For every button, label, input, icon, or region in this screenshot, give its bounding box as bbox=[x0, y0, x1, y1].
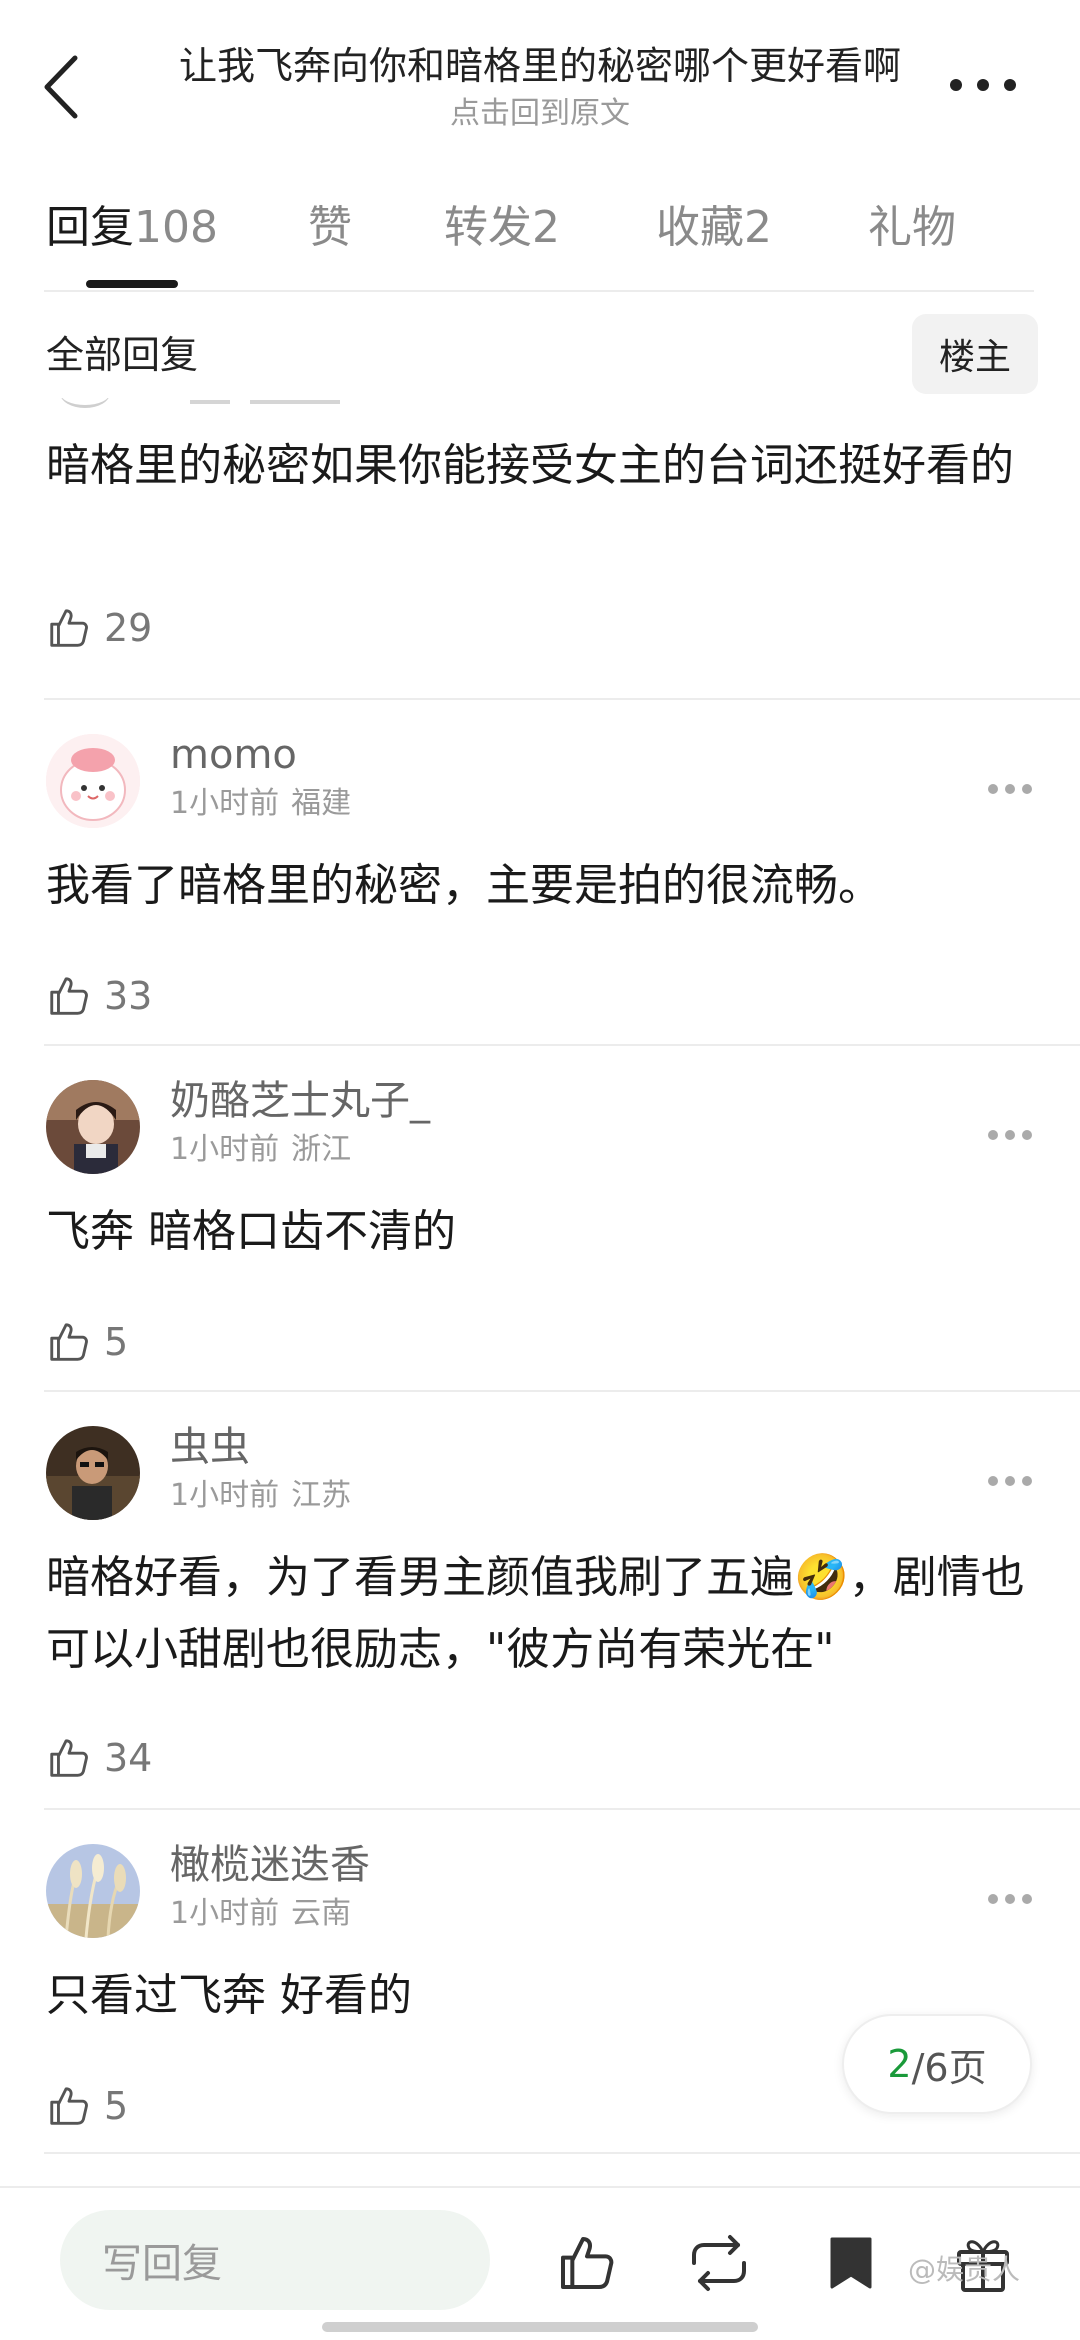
comment-item[interactable]: 暗格里的秘密如果你能接受女主的台词还挺好看的 29 bbox=[0, 430, 1080, 700]
like-button[interactable]: 29 bbox=[46, 598, 152, 658]
comment-location: 云南 bbox=[291, 1896, 352, 1931]
comment-more-button[interactable] bbox=[988, 1476, 1032, 1488]
avatar[interactable] bbox=[46, 734, 140, 828]
tab-favorites[interactable]: 收藏2 bbox=[656, 198, 772, 258]
post-title: 让我飞奔向你和暗格里的秘密哪个更好看啊 bbox=[178, 44, 901, 88]
username[interactable]: momo bbox=[170, 730, 297, 780]
comment-item[interactable]: 奶酪芝士丸子_ 1小时前 浙江 飞奔 暗格口齿不清的 5 bbox=[0, 1076, 1080, 1386]
owner-only-button[interactable]: 楼主 bbox=[912, 314, 1038, 394]
like-button[interactable]: 5 bbox=[46, 2076, 128, 2136]
comment-content: 飞奔 暗格口齿不清的 bbox=[46, 1206, 456, 1257]
username[interactable]: 虫虫 bbox=[170, 1422, 250, 1472]
avatar[interactable] bbox=[46, 1080, 140, 1174]
comment-location: 浙江 bbox=[291, 1132, 352, 1167]
thumbs-up-icon bbox=[50, 977, 88, 1015]
comment-location: 江苏 bbox=[291, 1478, 352, 1513]
like-button[interactable]: 34 bbox=[46, 1728, 152, 1788]
chevron-left-icon bbox=[44, 55, 78, 119]
avatar[interactable] bbox=[46, 1426, 140, 1520]
thumbs-up-icon bbox=[561, 2237, 614, 2289]
divider bbox=[44, 290, 1034, 292]
back-to-original-link[interactable]: 点击回到原文 bbox=[140, 94, 940, 134]
like-count: 34 bbox=[104, 1736, 153, 1780]
page-total: /6页 bbox=[911, 2045, 987, 2090]
like-button[interactable]: 33 bbox=[46, 966, 152, 1026]
tab-favorites-label: 收藏 bbox=[656, 202, 744, 253]
divider bbox=[44, 698, 1080, 700]
comment-content: 我看了暗格里的秘密，主要是拍的很流畅。 bbox=[46, 860, 882, 911]
current-page: 2 bbox=[887, 2042, 912, 2086]
pink-cartoon-avatar-icon bbox=[46, 734, 140, 828]
comment-more-button[interactable] bbox=[988, 784, 1032, 796]
username[interactable]: 奶酪芝士丸子_ bbox=[170, 1076, 430, 1126]
home-indicator[interactable] bbox=[322, 2322, 758, 2332]
comment-time: 1小时前 bbox=[170, 1896, 280, 1931]
like-post-button[interactable] bbox=[552, 2228, 622, 2298]
divider bbox=[44, 2152, 1080, 2154]
photo-avatar-icon bbox=[46, 1426, 140, 1520]
repost-icon bbox=[692, 2235, 746, 2291]
thumbs-up-icon bbox=[50, 609, 88, 647]
comment-more-button[interactable] bbox=[988, 1894, 1032, 1906]
tab-likes-label: 赞 bbox=[308, 202, 352, 253]
repost-button[interactable] bbox=[684, 2228, 754, 2298]
comment-time: 1小时前 bbox=[170, 1478, 280, 1513]
active-tab-indicator bbox=[86, 280, 178, 288]
divider bbox=[44, 1390, 1080, 1392]
tab-likes[interactable]: 赞 bbox=[308, 198, 352, 258]
comment-content: 暗格里的秘密如果你能接受女主的台词还挺好看的 bbox=[46, 440, 1014, 491]
title-area[interactable]: 让我飞奔向你和暗格里的秘密哪个更好看啊 点击回到原文 bbox=[140, 40, 940, 134]
reply-input[interactable]: 写回复 bbox=[60, 2210, 490, 2310]
bookmark-button[interactable] bbox=[816, 2228, 886, 2298]
tab-replies-label: 回复 bbox=[46, 202, 134, 253]
dot-icon bbox=[977, 79, 989, 91]
back-button[interactable] bbox=[36, 52, 86, 122]
like-count: 5 bbox=[104, 2084, 129, 2128]
tab-reposts-label: 转发 bbox=[444, 202, 532, 253]
dot-icon bbox=[1004, 79, 1016, 91]
header: 让我飞奔向你和暗格里的秘密哪个更好看啊 点击回到原文 bbox=[0, 0, 1080, 150]
thumbs-up-icon bbox=[50, 1323, 88, 1361]
comment-more-button[interactable] bbox=[988, 1130, 1032, 1142]
tab-reposts[interactable]: 转发2 bbox=[444, 198, 560, 258]
comment-item[interactable]: momo 1小时前 福建 我看了暗格里的秘密，主要是拍的很流畅。 33 bbox=[0, 730, 1080, 1040]
divider bbox=[0, 2186, 1080, 2188]
thumbs-up-icon bbox=[50, 1739, 88, 1777]
comment-time: 1小时前 bbox=[170, 1132, 280, 1167]
like-button[interactable]: 5 bbox=[46, 1312, 128, 1372]
tab-reposts-count: 2 bbox=[532, 202, 560, 253]
photo-avatar-icon bbox=[46, 1080, 140, 1174]
like-count: 5 bbox=[104, 1320, 129, 1364]
divider bbox=[44, 1808, 1080, 1810]
like-count: 33 bbox=[104, 974, 153, 1018]
comment-meta: 1小时前 江苏 bbox=[170, 1476, 351, 1516]
comment-location: 福建 bbox=[291, 786, 352, 821]
filter-row: 全部回复 楼主 bbox=[0, 310, 1080, 400]
tab-replies[interactable]: 回复108 bbox=[46, 198, 218, 258]
username[interactable]: 橄榄迷迭香 bbox=[170, 1840, 370, 1890]
all-replies-label: 全部回复 bbox=[46, 333, 199, 377]
comment-time: 1小时前 bbox=[170, 786, 280, 821]
avatar[interactable] bbox=[46, 1844, 140, 1938]
like-count: 29 bbox=[104, 606, 153, 650]
bookmark-icon bbox=[830, 2237, 872, 2289]
dot-icon bbox=[950, 79, 962, 91]
tab-bar: 回复108 赞 转发2 收藏2 礼物 bbox=[0, 190, 1080, 290]
tab-gifts[interactable]: 礼物 bbox=[868, 198, 956, 258]
more-options-button[interactable] bbox=[950, 70, 1016, 100]
scrolled-comment-header-fragment bbox=[0, 398, 1080, 412]
tab-replies-count: 108 bbox=[134, 202, 218, 253]
comment-meta: 1小时前 福建 bbox=[170, 784, 351, 824]
watermark: @娱贵人 bbox=[908, 2253, 1021, 2286]
comment-meta: 1小时前 云南 bbox=[170, 1894, 351, 1934]
photo-avatar-icon bbox=[46, 1844, 140, 1938]
page-indicator[interactable]: 2/6页 bbox=[842, 2014, 1032, 2114]
comment-meta: 1小时前 浙江 bbox=[170, 1130, 351, 1170]
comment-item[interactable]: 虫虫 1小时前 江苏 暗格好看，为了看男主颜值我刷了五遍🤣，剧情也可以小甜剧也很励… bbox=[0, 1422, 1080, 1802]
tab-gifts-label: 礼物 bbox=[868, 202, 956, 253]
thumbs-up-icon bbox=[50, 2087, 88, 2125]
divider bbox=[44, 1044, 1080, 1046]
tab-favorites-count: 2 bbox=[744, 202, 772, 253]
comment-content: 暗格好看，为了看男主颜值我刷了五遍🤣，剧情也可以小甜剧也很励志，"彼方尚有荣光在… bbox=[46, 1552, 1025, 1675]
